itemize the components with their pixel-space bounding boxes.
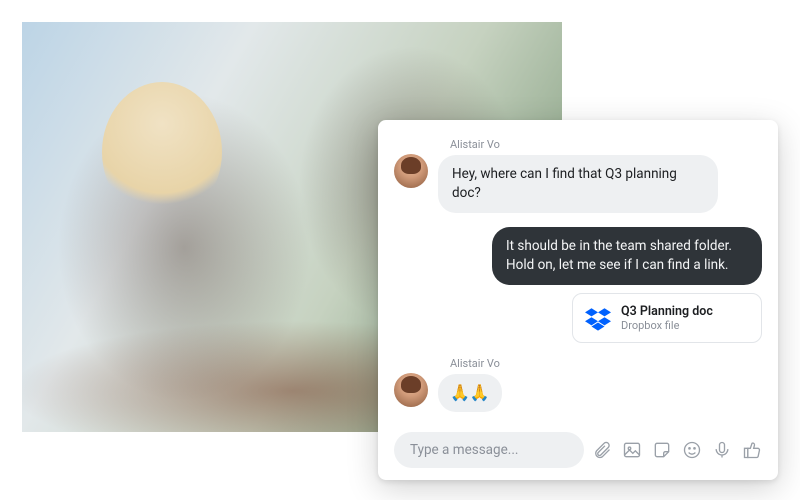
message-column: Alistair Vo Hey, where can I find that Q… [438, 138, 718, 213]
attachment-title: Q3 Planning doc [621, 304, 713, 319]
avatar [394, 154, 428, 188]
message-column: It should be in the team shared folder. … [492, 227, 762, 285]
attachment-meta: Q3 Planning doc Dropbox file [621, 304, 713, 332]
composer-actions [592, 440, 762, 460]
avatar [394, 373, 428, 407]
message-input-placeholder: Type a message... [410, 442, 518, 458]
sticker-icon[interactable] [652, 440, 672, 460]
attachment-subtitle: Dropbox file [621, 319, 713, 332]
attachment-card[interactable]: Q3 Planning doc Dropbox file [572, 293, 762, 343]
emoji-icon[interactable] [682, 440, 702, 460]
image-icon[interactable] [622, 440, 642, 460]
message-row: Alistair Vo Hey, where can I find that Q… [394, 138, 762, 213]
dropbox-icon [585, 305, 611, 331]
mic-icon[interactable] [712, 440, 732, 460]
sender-name: Alistair Vo [450, 357, 502, 370]
sender-name: Alistair Vo [450, 138, 718, 151]
message-bubble: It should be in the team shared folder. … [492, 227, 762, 285]
message-input[interactable]: Type a message... [394, 432, 584, 468]
message-column: Alistair Vo 🙏🙏 [438, 357, 502, 412]
message-list: Alistair Vo Hey, where can I find that Q… [394, 138, 762, 422]
message-row: Alistair Vo 🙏🙏 [394, 357, 762, 412]
attach-icon[interactable] [592, 440, 612, 460]
message-bubble: Hey, where can I find that Q3 planning d… [438, 155, 718, 213]
like-icon[interactable] [742, 440, 762, 460]
composer: Type a message... [394, 432, 762, 468]
chat-card: Alistair Vo Hey, where can I find that Q… [378, 120, 778, 480]
message-row: It should be in the team shared folder. … [394, 227, 762, 285]
reaction-bubble: 🙏🙏 [438, 374, 502, 412]
